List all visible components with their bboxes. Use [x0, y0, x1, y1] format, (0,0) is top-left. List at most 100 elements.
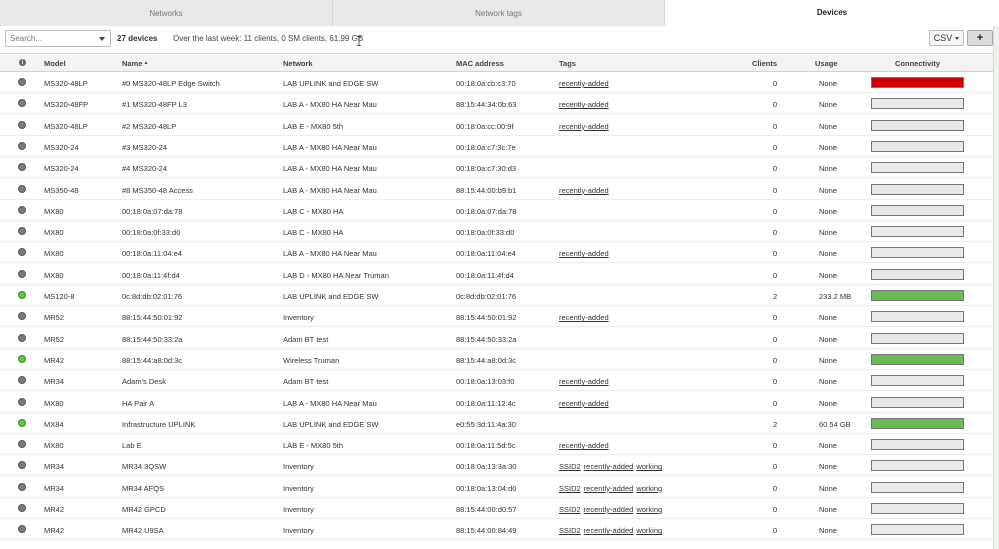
column-header-connectivity[interactable]: Connectivity: [895, 59, 940, 68]
connectivity-bar[interactable]: [871, 77, 964, 88]
table-row[interactable]: MR34 MR34 AFQS Inventory 00:18:0a:13:04:d0 0…: [0, 477, 993, 498]
tag-link[interactable]: recently-added: [559, 122, 609, 131]
connectivity-bar[interactable]: [871, 119, 964, 131]
connectivity-bar[interactable]: [871, 460, 964, 472]
table-row[interactable]: MS350-48 #8 MS350-48 Access LAB A - MX80 H…: [0, 179, 993, 200]
tag-link[interactable]: SSID2: [559, 526, 581, 535]
column-header-tags[interactable]: Tags: [559, 59, 576, 68]
table-row[interactable]: MR34 Adam's Desk Adam BT test 00:18:0a:13:0…: [0, 370, 993, 392]
column-header-name[interactable]: Name: [122, 59, 148, 68]
tag-link[interactable]: recently-added: [559, 441, 609, 450]
table-row[interactable]: MX84 Infrastructure UPLINK LAB UPLINK and …: [0, 413, 993, 434]
table-row[interactable]: MR42 MR42 U9SA Inventory 88:15:44:00:84:49 0…: [0, 519, 993, 541]
csv-export-button[interactable]: CSV: [929, 30, 964, 46]
connectivity-bar[interactable]: [871, 204, 964, 216]
tag-link[interactable]: recently-added: [559, 377, 609, 386]
cell-name[interactable]: Lab E: [122, 441, 142, 450]
scrollbar[interactable]: [993, 26, 999, 549]
cell-name[interactable]: 00:18:0a:11:4f:d4: [122, 271, 180, 280]
cell-name[interactable]: HA Pair A: [122, 399, 154, 408]
connectivity-bar[interactable]: [871, 524, 964, 536]
cell-name[interactable]: MR42 U9SA: [122, 526, 164, 535]
tag-link[interactable]: recently-added: [584, 505, 634, 514]
table-row[interactable]: MX80 00:18:0a:11:04:e4 LAB A - MX80 HA Nea…: [0, 242, 993, 264]
column-header-usage[interactable]: Usage: [815, 59, 838, 68]
connectivity-bar[interactable]: [871, 417, 964, 429]
table-row[interactable]: MS320-24 #3 MS320-24 LAB A - MX80 HA Near …: [0, 136, 993, 157]
connectivity-bar[interactable]: [871, 375, 964, 387]
chevron-down-icon[interactable]: [99, 37, 105, 41]
cell-name[interactable]: 00:18:0a:07:da:78: [122, 207, 182, 216]
tag-link[interactable]: working: [636, 526, 662, 535]
cell-name[interactable]: Adam's Desk: [122, 377, 166, 386]
connectivity-bar[interactable]: [871, 396, 964, 408]
cell-name[interactable]: 00:18:0a:11:04:e4: [122, 249, 182, 258]
connectivity-bar[interactable]: [871, 290, 964, 301]
column-header-network[interactable]: Network: [283, 59, 313, 68]
tag-link[interactable]: recently-added: [559, 399, 609, 408]
table-row[interactable]: MS320-48LP #0 MS320-48LP Edge Switch LAB U…: [0, 72, 993, 93]
tag-link[interactable]: recently-added: [559, 249, 609, 258]
search-input[interactable]: [10, 34, 96, 43]
info-icon[interactable]: i: [19, 59, 26, 66]
table-row[interactable]: MS120-8 0c:8d:db:02:01:76 LAB UPLINK and E…: [0, 285, 993, 306]
cell-name[interactable]: #2 MS320-48LP: [122, 122, 176, 131]
table-row[interactable]: MX80 00:18:0a:0f:33:d0 LAB C - MX80 HA 00:1…: [0, 221, 993, 243]
tag-link[interactable]: recently-added: [584, 484, 634, 493]
tag-link[interactable]: SSID2: [559, 505, 581, 514]
column-header-model[interactable]: Model: [44, 59, 66, 68]
cell-name[interactable]: #3 MS320-24: [122, 143, 167, 152]
tab-devices[interactable]: Devices: [665, 0, 999, 26]
cell-name[interactable]: MR42 GPCD: [122, 505, 166, 514]
connectivity-bar[interactable]: [871, 162, 964, 174]
cell-name[interactable]: 88:15:44:50:01:92: [122, 313, 182, 322]
connectivity-bar[interactable]: [871, 98, 964, 110]
table-row[interactable]: MS320-48LP #2 MS320-48LP LAB E - MX80 5th 0…: [0, 115, 993, 136]
table-row[interactable]: MR52 88:15:44:50:01:92 Inventory 88:15:44:5…: [0, 306, 993, 328]
search-box[interactable]: [5, 30, 111, 47]
cell-name[interactable]: Infrastructure UPLINK: [122, 420, 195, 429]
tag-link[interactable]: recently-added: [559, 100, 609, 109]
tag-link[interactable]: working: [636, 484, 662, 493]
table-row[interactable]: MR52 88:15:44:50:33:2a Adam BT test 88:15:4…: [0, 328, 993, 349]
tag-link[interactable]: recently-added: [559, 79, 609, 88]
cell-name[interactable]: 88:15:44:50:33:2a: [122, 335, 182, 344]
connectivity-bar[interactable]: [871, 247, 964, 259]
connectivity-bar[interactable]: [871, 332, 964, 344]
table-row[interactable]: MX80 Lab E LAB E - MX80 5th 00:18:0a:11:5d:…: [0, 434, 993, 456]
connectivity-bar[interactable]: [871, 268, 964, 280]
cell-name[interactable]: 00:18:0a:0f:33:d0: [122, 228, 180, 237]
connectivity-bar[interactable]: [871, 439, 964, 451]
add-device-button[interactable]: +: [967, 30, 993, 46]
cell-name[interactable]: MR34 AFQS: [122, 484, 164, 493]
cell-name[interactable]: #8 MS350-48 Access: [122, 186, 193, 195]
connectivity-bar[interactable]: [871, 311, 964, 323]
tag-link[interactable]: recently-added: [559, 313, 609, 322]
column-header-clients[interactable]: Clients: [752, 59, 777, 68]
tag-link[interactable]: recently-added: [559, 186, 609, 195]
cell-name[interactable]: MR34 3QSW: [122, 462, 166, 471]
table-row[interactable]: MR34 MR34 3QSW Inventory 00:18:0a:13:3a:30 0…: [0, 455, 993, 477]
connectivity-bar[interactable]: [871, 503, 964, 514]
table-row[interactable]: MS320-24 #4 MS320-24 LAB A - MX80 HA Near …: [0, 157, 993, 179]
tag-link[interactable]: working: [636, 462, 662, 471]
tag-link[interactable]: recently-added: [584, 526, 634, 535]
cell-name[interactable]: 88:15:44:a8:0d:3c: [122, 356, 182, 365]
cell-name[interactable]: #0 MS320-48LP Edge Switch: [122, 79, 220, 88]
tag-link[interactable]: working: [636, 505, 662, 514]
connectivity-bar[interactable]: [871, 140, 964, 152]
column-header-mac[interactable]: MAC address: [456, 59, 504, 68]
table-row[interactable]: MS320-48FP #1 MS320-48FP L3 LAB A - MX80 H…: [0, 93, 993, 115]
cell-name[interactable]: #1 MS320-48FP L3: [122, 100, 187, 109]
connectivity-bar[interactable]: [871, 226, 964, 238]
cell-name[interactable]: #4 MS320-24: [122, 164, 167, 173]
table-row[interactable]: MX80 00:18:0a:11:4f:d4 LAB D - MX80 HA Nea…: [0, 264, 993, 285]
tag-link[interactable]: SSID2: [559, 462, 581, 471]
table-row[interactable]: MR42 88:15:44:a8:0d:3c Wireless Truman 88:1…: [0, 349, 993, 370]
connectivity-bar[interactable]: [871, 183, 964, 195]
connectivity-bar[interactable]: [871, 481, 964, 493]
tab-networks[interactable]: Networks: [0, 0, 333, 26]
tag-link[interactable]: SSID2: [559, 484, 581, 493]
tab-network-tags[interactable]: Network tags: [333, 0, 665, 26]
tag-link[interactable]: recently-added: [584, 462, 634, 471]
